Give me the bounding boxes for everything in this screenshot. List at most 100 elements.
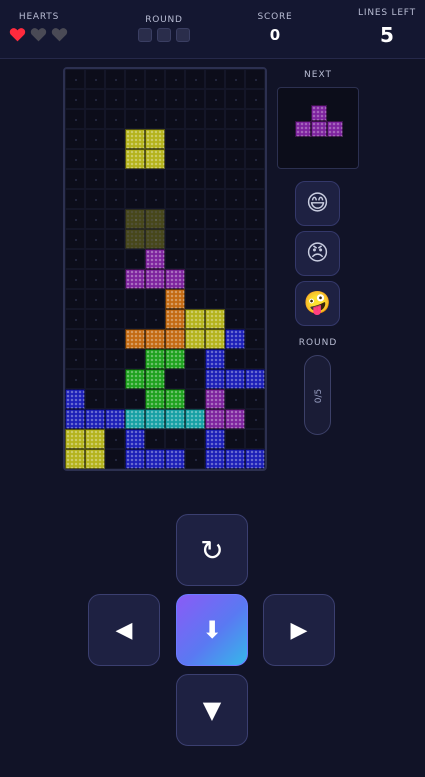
board-cell — [125, 309, 145, 329]
board-cell — [225, 69, 245, 89]
lines-left-label: LINES LEFT — [358, 8, 416, 18]
board-cell — [225, 349, 245, 369]
board-cell — [165, 69, 185, 89]
board-cell — [145, 309, 165, 329]
hard-drop-button[interactable]: ⬇ — [176, 594, 248, 666]
board-cell — [205, 109, 225, 129]
board-cell — [145, 289, 165, 309]
zany-emoji-button[interactable]: 🤪 — [295, 281, 340, 326]
rotate-button[interactable]: ↻ — [176, 514, 248, 586]
board-block — [145, 349, 165, 369]
board-cell — [205, 229, 225, 249]
board-cell — [205, 89, 225, 109]
board-cell — [185, 389, 205, 409]
board-cell — [145, 169, 165, 189]
board-block — [165, 309, 185, 329]
arrow-down-icon: ▼ — [202, 696, 222, 724]
round-progress-text: 0/5 — [313, 388, 324, 404]
board-block — [145, 149, 165, 169]
board-block — [225, 329, 245, 349]
board-cell — [105, 349, 125, 369]
board-block — [245, 369, 265, 389]
board-cell — [225, 389, 245, 409]
board-cell — [185, 349, 205, 369]
board-cell — [65, 89, 85, 109]
board-block — [145, 269, 165, 289]
soft-drop-button[interactable]: ▼ — [176, 674, 248, 746]
board-cell — [105, 189, 125, 209]
board-cell — [185, 169, 205, 189]
board-cell — [185, 89, 205, 109]
board-cell — [105, 369, 125, 389]
board-cell — [245, 169, 265, 189]
rotate-icon: ↻ — [200, 533, 224, 567]
round-label: ROUND — [145, 15, 183, 25]
board-block — [125, 149, 145, 169]
board-cell — [105, 169, 125, 189]
board-cell — [85, 389, 105, 409]
board-cell — [185, 209, 205, 229]
grin-emoji-button[interactable]: 😄 — [295, 181, 340, 226]
board-cell — [125, 289, 145, 309]
board-cell — [105, 89, 125, 109]
board-cell — [205, 69, 225, 89]
board-cell — [225, 209, 245, 229]
board-cell — [185, 69, 205, 89]
board-cell — [245, 329, 265, 349]
board-cell — [165, 429, 185, 449]
board-cell — [245, 289, 265, 309]
board-cell — [185, 129, 205, 149]
ghost-block — [145, 229, 165, 249]
board-cell — [65, 149, 85, 169]
board-cell — [85, 269, 105, 289]
board-cell — [105, 389, 125, 409]
move-left-button[interactable]: ◀ — [88, 594, 160, 666]
heart-empty-icon — [30, 28, 47, 42]
drop-arrow-icon: ⬇ — [201, 616, 223, 644]
board-cell — [85, 229, 105, 249]
heart-full-icon — [9, 28, 26, 42]
board-cell — [65, 169, 85, 189]
board-cell — [185, 189, 205, 209]
hearts-row — [9, 27, 68, 42]
board-block — [85, 429, 105, 449]
board-cell — [85, 129, 105, 149]
score-value: 0 — [269, 26, 281, 44]
game-board[interactable] — [63, 67, 267, 471]
board-cell — [205, 169, 225, 189]
board-cell — [225, 229, 245, 249]
board-cell — [245, 129, 265, 149]
board-block — [225, 369, 245, 389]
board-block — [205, 429, 225, 449]
move-right-button[interactable]: ▶ — [263, 594, 335, 666]
board-cell — [85, 289, 105, 309]
board-cell — [185, 149, 205, 169]
round-indicator — [157, 28, 171, 42]
board-cell — [85, 369, 105, 389]
board-block — [65, 449, 85, 469]
board-cell — [65, 249, 85, 269]
board-cell — [145, 429, 165, 449]
board-block — [205, 369, 225, 389]
board-cell — [225, 149, 245, 169]
next-label: NEXT — [304, 70, 332, 80]
board-cell — [245, 429, 265, 449]
board-block — [205, 349, 225, 369]
board-cell — [65, 189, 85, 209]
board-cell — [65, 349, 85, 369]
board-cell — [165, 89, 185, 109]
board-block — [65, 429, 85, 449]
header-bar: HEARTS ROUND SCORE 0 LINES LEFT 5 — [0, 0, 425, 59]
board-block — [205, 309, 225, 329]
board-cell — [65, 269, 85, 289]
angry-emoji-button[interactable]: 😠 — [295, 231, 340, 276]
board-cell — [105, 329, 125, 349]
board-cell — [65, 109, 85, 129]
board-cell — [105, 109, 125, 129]
board-cell — [145, 89, 165, 109]
board-cell — [245, 409, 265, 429]
board-block — [145, 449, 165, 469]
board-cell — [85, 69, 105, 89]
board-cell — [85, 209, 105, 229]
board-cell — [65, 369, 85, 389]
